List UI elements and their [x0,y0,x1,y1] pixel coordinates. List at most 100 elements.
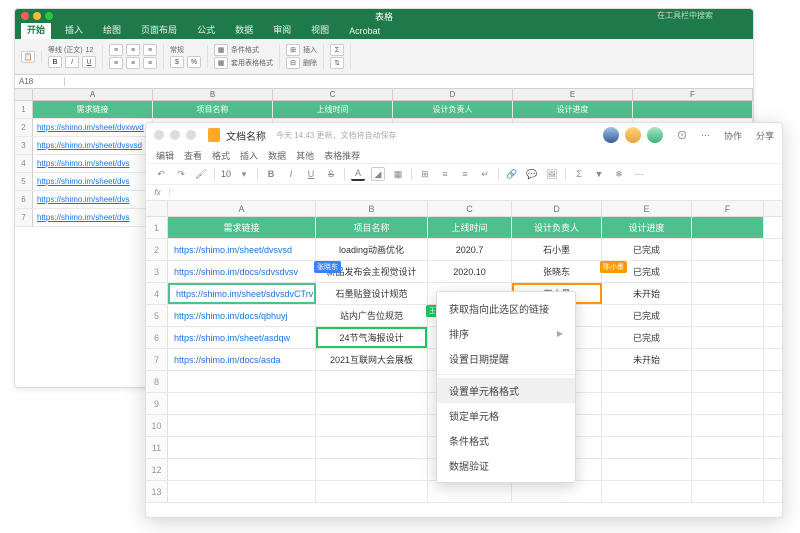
freeze-button[interactable]: ❄ [612,167,626,181]
col-header[interactable]: C [428,201,512,216]
bold-button[interactable]: B [48,56,62,68]
header-cell[interactable]: 设计负责人 [512,217,602,238]
table-cell[interactable] [316,437,428,458]
context-menu-item[interactable]: 获取指向此选区的链接 [437,296,575,321]
table-cell[interactable] [316,415,428,436]
table-cell[interactable]: loading动画优化 [316,239,428,260]
table-cell[interactable] [692,283,764,304]
collaborator-avatar[interactable] [603,127,619,143]
ribbon-tab-acrobat[interactable]: Acrobat [343,24,386,39]
cell-reference[interactable]: A18 [15,77,65,86]
header-cell[interactable] [633,101,753,118]
more-toolbar-button[interactable]: ⋯ [632,167,646,181]
ribbon-tab-review[interactable]: 审阅 [267,21,297,39]
collaborator-avatar[interactable] [625,127,641,143]
menu-data[interactable]: 数据 [268,149,286,162]
text-color-button[interactable]: A [351,167,365,181]
col-header[interactable]: F [692,201,764,216]
table-cell[interactable] [692,327,764,348]
maximize-icon[interactable] [45,12,53,20]
table-cell[interactable] [692,371,764,392]
context-menu-item[interactable]: 排序▶ [437,321,575,346]
table-cell[interactable]: https://shimo.im/sheet/sdvsdvCTrvKB [168,283,316,304]
insert-cell-button[interactable]: ⊞ [286,44,300,56]
table-cell[interactable]: 石墨贴登设计规范 [316,283,428,304]
redo-button[interactable]: ↷ [174,167,188,181]
table-cell[interactable] [692,437,764,458]
header-cell[interactable]: 上线时间 [428,217,512,238]
col-header[interactable]: D [512,201,602,216]
table-cell[interactable] [602,371,692,392]
table-cell[interactable]: https://shimo.im/docs/asda [168,349,316,370]
table-cell[interactable] [692,349,764,370]
back-search-placeholder[interactable]: 在工具栏中搜索 [657,10,713,21]
col-header[interactable]: E [513,89,633,100]
col-header[interactable]: B [316,201,428,216]
table-cell[interactable]: https://shimo.im/sheet/dvs [33,191,153,208]
table-cell[interactable]: 24节气海报设计 [316,327,428,348]
table-cell[interactable]: 已完成 [602,327,692,348]
menu-insert[interactable]: 插入 [240,149,258,162]
font-selector[interactable]: 等线 (正文) [48,45,83,55]
col-header[interactable]: E [602,201,692,216]
align-button[interactable]: ≡ [109,44,123,56]
format-painter-button[interactable]: 🖌 [194,167,208,181]
col-header[interactable]: D [393,89,513,100]
header-cell[interactable]: 设计进度 [513,101,633,118]
table-cell[interactable] [168,459,316,480]
table-cell[interactable]: 2020.7 [428,239,512,260]
align-button[interactable]: ≡ [109,57,123,69]
table-cell[interactable]: https://shimo.im/sheet/dvsvsd [33,137,153,154]
align-button[interactable]: ≡ [143,44,157,56]
image-button[interactable]: 🖼 [545,167,559,181]
fx-icon[interactable]: fx [146,188,170,197]
table-cell[interactable] [428,481,512,502]
underline-button[interactable]: U [304,167,318,181]
table-cell[interactable] [168,415,316,436]
table-style-button[interactable]: ▦ [214,57,228,69]
table-cell[interactable]: 已完成 [602,305,692,326]
header-cell[interactable] [692,217,764,238]
collaborator-avatar[interactable] [647,127,663,143]
menu-edit[interactable]: 编辑 [156,149,174,162]
currency-button[interactable]: $ [170,56,184,68]
align-button[interactable]: ≡ [438,167,452,181]
table-cell[interactable]: 2021互联网大会展板 [316,349,428,370]
close-icon[interactable] [21,12,29,20]
context-menu-item[interactable]: 设置日期提醒 [437,346,575,371]
col-header[interactable]: A [33,89,153,100]
header-cell[interactable]: 设计负责人 [393,101,513,118]
table-cell[interactable]: https://shimo.im/sheet/dvs [33,209,153,226]
border-button[interactable]: ▦ [391,167,405,181]
context-menu-item[interactable]: 设置单元格格式 [437,378,575,403]
table-cell[interactable]: 张晓东 [512,261,602,282]
table-cell[interactable] [168,437,316,458]
table-cell[interactable]: 未开始 [602,283,692,304]
table-cell[interactable]: 石小墨 [512,239,602,260]
wrap-button[interactable]: ↵ [478,167,492,181]
paste-button[interactable]: 📋 [21,51,35,63]
table-cell[interactable]: https://shimo.im/docs/sdvsdvsv [168,261,316,282]
header-cell[interactable]: 设计进度 [602,217,692,238]
header-cell[interactable]: 需求链接 [168,217,316,238]
header-cell[interactable]: 项目名称 [316,217,428,238]
align-button[interactable]: ≡ [126,57,140,69]
filter-button[interactable]: ▼ [592,167,606,181]
cond-format-button[interactable]: ▦ [214,44,228,56]
table-cell[interactable] [168,481,316,502]
ribbon-tab-data[interactable]: 数据 [229,21,259,39]
menu-format[interactable]: 格式 [212,149,230,162]
table-cell[interactable]: https://shimo.im/docs/qbhuyj [168,305,316,326]
col-header[interactable]: A [168,201,316,216]
table-cell[interactable]: 已完成 [602,239,692,260]
menu-view[interactable]: 查看 [184,149,202,162]
ribbon-tab-formula[interactable]: 公式 [191,21,221,39]
delete-cell-button[interactable]: ⊟ [286,57,300,69]
table-cell[interactable] [512,481,602,502]
header-cell[interactable]: 需求链接 [33,101,153,118]
valign-button[interactable]: ≡ [458,167,472,181]
italic-button[interactable]: I [284,167,298,181]
ribbon-tab-layout[interactable]: 页面布局 [135,21,183,39]
col-header[interactable]: C [273,89,393,100]
doc-name[interactable]: 文档名称 [226,128,266,143]
